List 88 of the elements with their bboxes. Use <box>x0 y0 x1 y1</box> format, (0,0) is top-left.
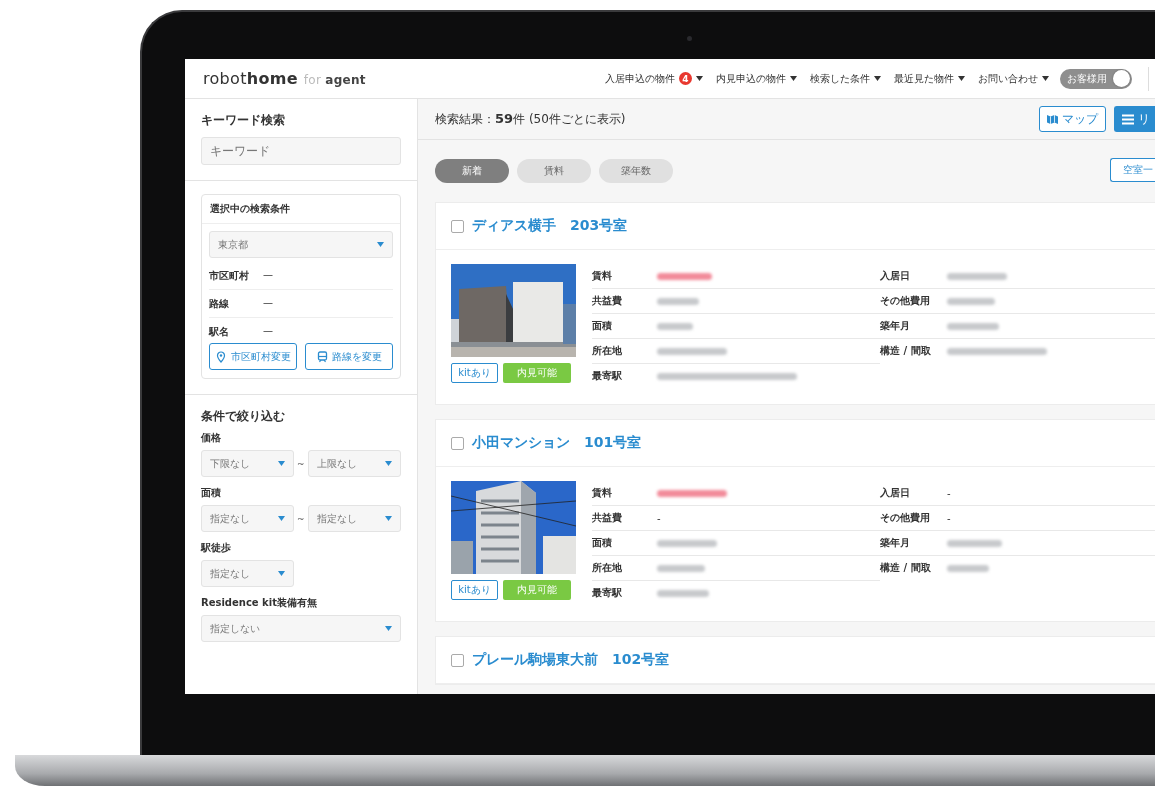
map-icon <box>1047 114 1058 124</box>
field-label: 賃料 <box>592 486 613 500</box>
caret-icon <box>278 461 285 466</box>
sort-tab[interactable]: 新着 <box>435 159 509 183</box>
map-view-button[interactable]: マップ <box>1039 106 1106 132</box>
feature-tag: kitあり <box>451 363 498 383</box>
filter-select[interactable]: 下限なし <box>201 450 294 477</box>
field-label: 構造 / 間取 <box>880 344 932 358</box>
caret-icon <box>874 76 881 81</box>
prefecture-select[interactable]: 東京都 <box>209 231 393 258</box>
field-value: - <box>947 512 951 524</box>
nav-menu[interactable]: 内見申込の物件 <box>716 71 797 86</box>
mode-toggle[interactable]: お客様用 <box>1060 68 1132 89</box>
count-badge: 4 <box>679 72 692 85</box>
field-label: 面積 <box>592 319 613 333</box>
field-value: - <box>657 512 661 524</box>
logo[interactable]: robothome for agent <box>203 69 366 88</box>
filter-label: 価格 <box>201 431 222 445</box>
condition-value: — <box>263 269 273 282</box>
card-title: 選択中の検索条件 <box>202 195 400 224</box>
field-label: 所在地 <box>592 344 623 358</box>
field-label: 所在地 <box>592 561 623 575</box>
listing-title[interactable]: プレール駒場東大前 102号室 <box>472 651 670 669</box>
checkbox[interactable] <box>451 653 464 667</box>
list-icon <box>1122 113 1134 125</box>
field-label: 築年月 <box>880 536 911 550</box>
caret-icon <box>696 76 703 81</box>
checkbox[interactable] <box>451 436 464 450</box>
checkbox[interactable] <box>451 219 464 233</box>
field-label: 構造 / 間取 <box>880 561 932 575</box>
filter-select[interactable]: 指定しない <box>201 615 401 642</box>
condition-value: — <box>263 297 273 310</box>
nav-menu[interactable]: 入居申込の物件 4 <box>605 71 703 86</box>
field-label: 入居日 <box>880 269 911 283</box>
vacancy-button[interactable]: 空室一 <box>1110 158 1155 182</box>
filter-select[interactable]: 指定なし <box>201 560 294 587</box>
filter-select[interactable]: 上限なし <box>307 450 401 477</box>
field-label: 最寄駅 <box>592 586 623 600</box>
condition-value: — <box>263 325 273 338</box>
status-tag: 内見可能 <box>503 363 571 383</box>
nav-menu[interactable]: 最近見た物件 <box>894 71 965 86</box>
field-label: 築年月 <box>880 319 911 333</box>
caret-icon <box>958 76 965 81</box>
camera-lens <box>687 36 692 41</box>
field-label: その他費用 <box>880 294 931 308</box>
section-title: キーワード検索 <box>201 112 286 129</box>
keyword-field[interactable]: キーワード <box>201 137 401 165</box>
change-button[interactable]: 路線を変更 <box>305 343 393 370</box>
range-separator: ~ <box>297 458 305 469</box>
caret-icon <box>384 461 392 466</box>
list-view-button[interactable]: リ <box>1114 106 1155 132</box>
feature-tag: kitあり <box>451 580 498 600</box>
listing-title[interactable]: 小田マンション 101号室 <box>472 434 642 452</box>
listing-title[interactable]: ディアス横手 203号室 <box>472 217 628 235</box>
nav-menu[interactable]: 検索した条件 <box>810 71 881 86</box>
field-label: 最寄駅 <box>592 369 623 383</box>
pin-icon <box>215 350 227 363</box>
field-label: その他費用 <box>880 511 931 525</box>
sort-tab[interactable]: 賃料 <box>517 159 591 183</box>
condition-label: 駅名 <box>209 325 230 339</box>
result-summary: 検索結果：59件 (50件ごとに表示) <box>435 110 626 128</box>
condition-label: 路線 <box>209 297 230 311</box>
field-label: 賃料 <box>592 269 613 283</box>
caret-icon <box>384 516 392 521</box>
caret-icon <box>377 242 384 247</box>
filter-label: 面積 <box>201 486 222 500</box>
nav-menu[interactable]: お問い合わせ <box>978 71 1049 86</box>
condition-label: 市区町村 <box>209 269 250 283</box>
caret-icon <box>1042 76 1049 81</box>
filter-label: Residence kit装備有無 <box>201 596 318 610</box>
field-value: - <box>947 487 951 499</box>
sort-tab[interactable]: 築年数 <box>599 159 673 183</box>
field-label: 面積 <box>592 536 613 550</box>
field-label: 共益費 <box>592 294 623 308</box>
caret-icon <box>385 626 392 631</box>
field-label: 共益費 <box>592 511 623 525</box>
range-separator: ~ <box>297 513 305 524</box>
caret-icon <box>278 571 285 576</box>
filter-select[interactable]: 指定なし <box>307 505 401 532</box>
train-icon <box>316 350 328 363</box>
change-button[interactable]: 市区町村変更 <box>209 343 297 370</box>
field-label: 入居日 <box>880 486 911 500</box>
caret-icon <box>278 516 285 521</box>
caret-icon <box>790 76 797 81</box>
filter-select[interactable]: 指定なし <box>201 505 294 532</box>
section-title: 条件で絞り込む <box>201 408 286 425</box>
status-tag: 内見可能 <box>503 580 571 600</box>
filter-label: 駅徒歩 <box>201 541 232 555</box>
